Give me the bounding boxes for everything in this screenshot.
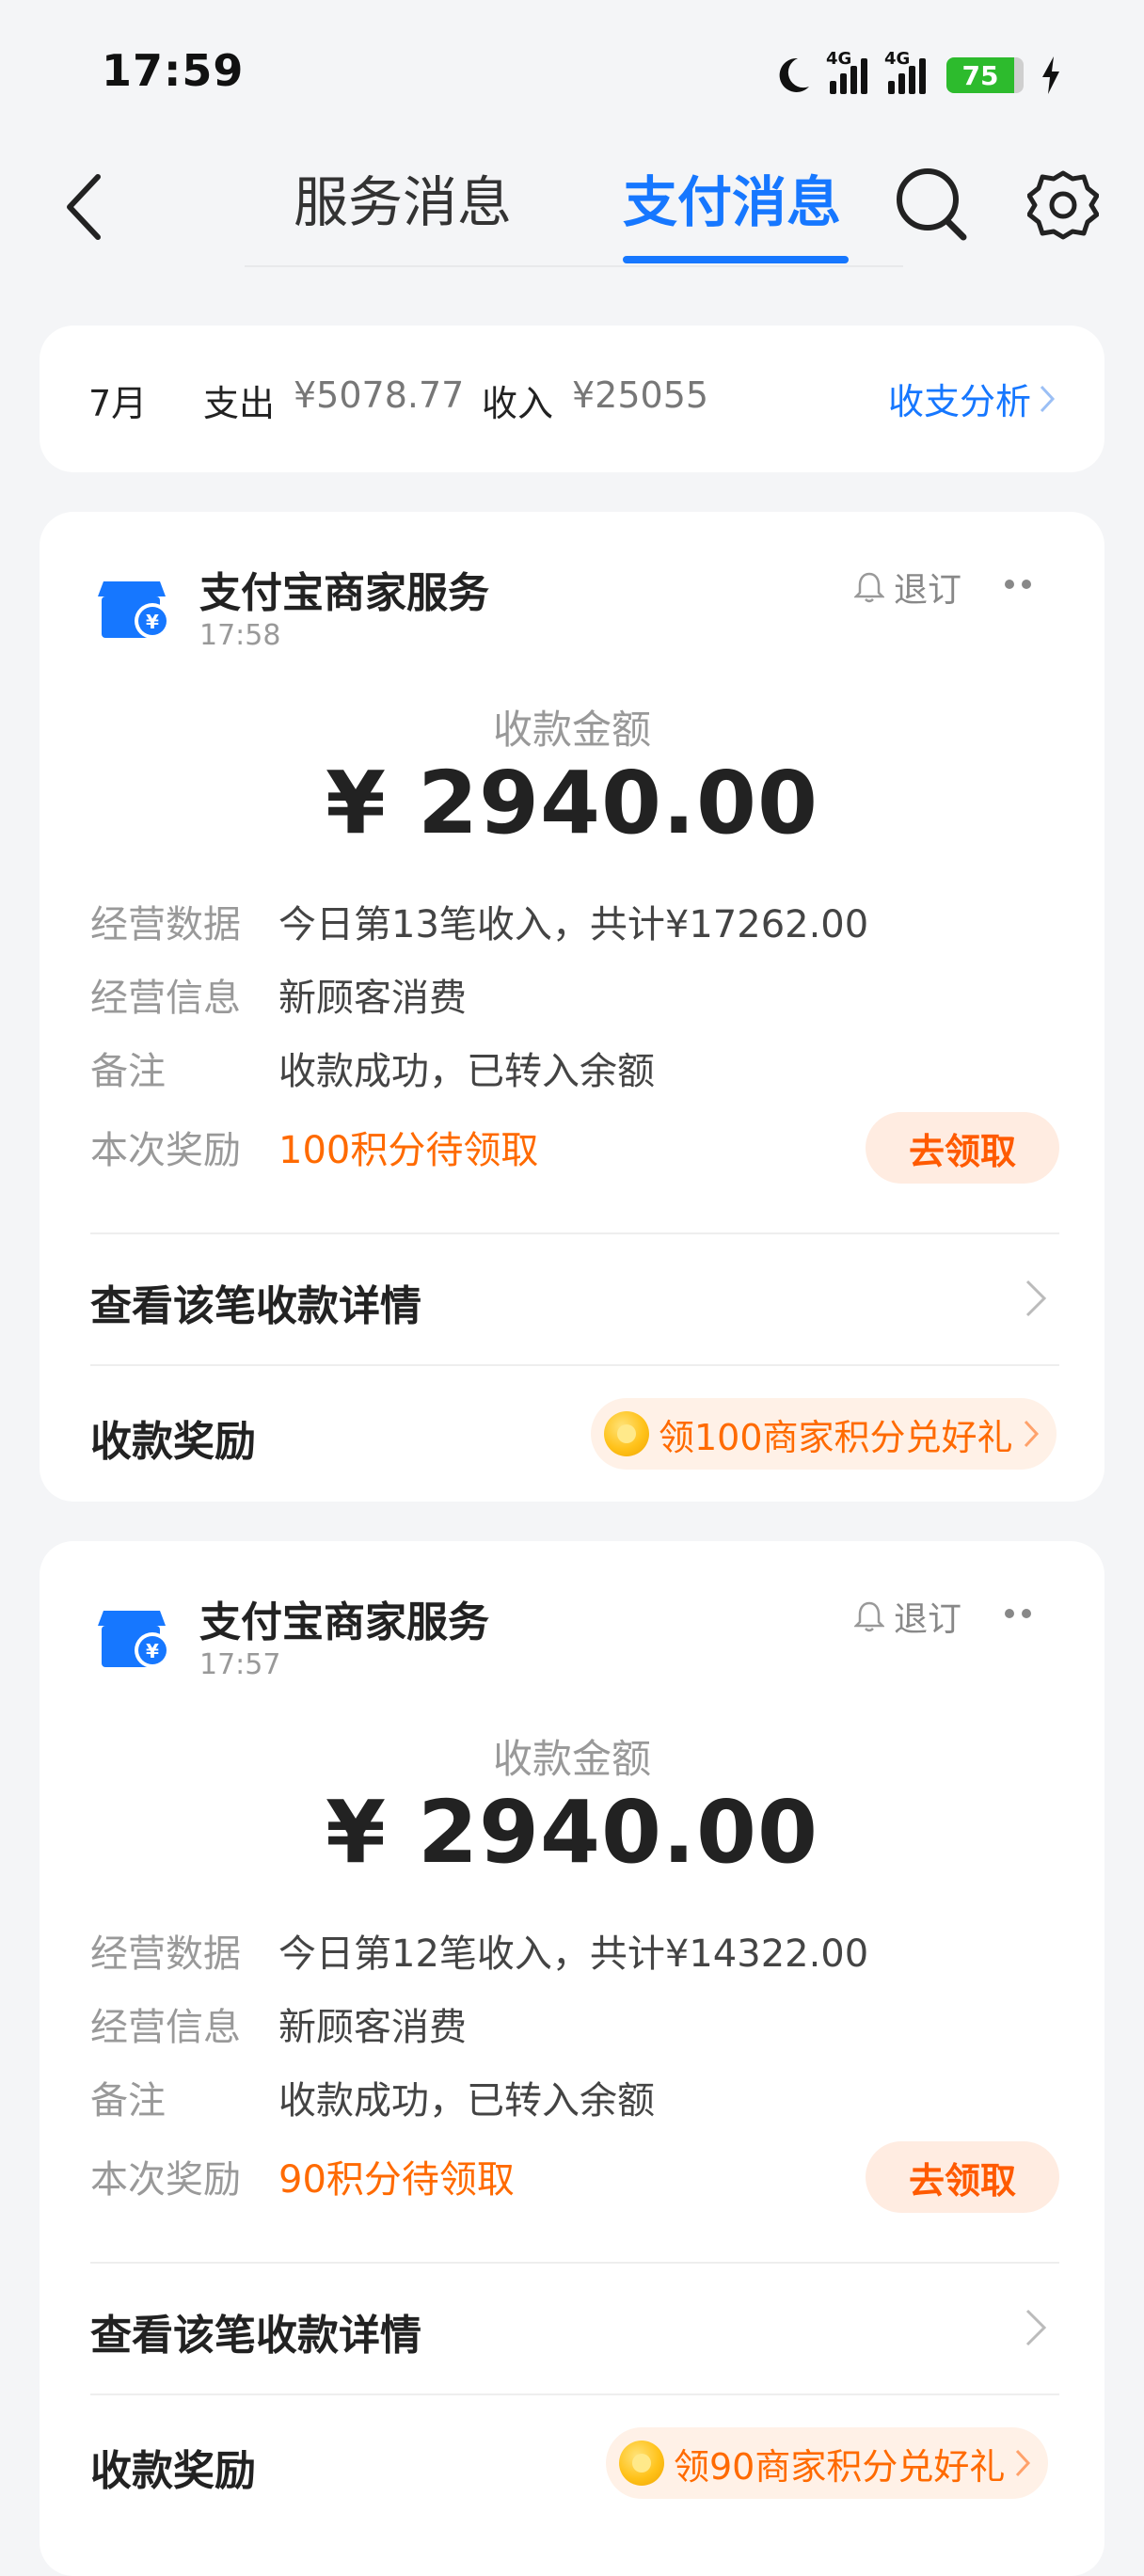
chevron-right-icon[interactable] [1018,2309,1056,2346]
coin-icon [604,1411,649,1456]
tab-payment-messages[interactable]: 支付消息 [623,158,841,237]
unsubscribe-label: 退订 [894,1600,962,1639]
chevron-right-icon[interactable] [1018,1280,1056,1317]
claim-button[interactable]: 去领取 [866,2141,1059,2213]
svg-text:¥: ¥ [146,1640,159,1662]
message-time: 17:57 [199,1648,281,1681]
search-icon[interactable] [894,164,969,243]
coin-icon [619,2441,664,2486]
network-type: 4G [826,49,852,69]
more-options-icon[interactable] [1005,1609,1031,1618]
chevron-right-icon [1016,2449,1031,2477]
divider [90,1232,1059,1234]
chevron-right-icon [1024,1420,1039,1448]
payment-reward-label: 收款奖励 [90,1418,256,1466]
network-type: 4G [884,49,911,69]
amount-label: 收款金额 [492,707,651,753]
unsubscribe-button[interactable]: 退订 [854,1592,961,1641]
business-data-value: 今日第13笔收入，共计¥17262.00 [278,903,869,946]
unsubscribe-label: 退订 [894,571,962,610]
analysis-link-label: 收支分析 [887,381,1031,422]
merchant-store-icon: ¥ [98,581,170,639]
bell-icon [854,1601,884,1632]
income-value: ¥25055 [572,374,709,416]
moon-icon [779,57,809,92]
payment-amount: ¥ 2940.00 [325,753,819,853]
divider [90,2262,1059,2264]
chevron-right-icon [1040,385,1056,412]
reward-value: 100积分待领取 [278,1129,539,1172]
payment-amount: ¥ 2940.00 [325,1782,819,1883]
status-icons: 4G 4G 75 [771,47,1061,103]
sender-name: 支付宝商家服务 [199,1598,489,1646]
view-payment-details-link[interactable]: 查看该笔收款详情 [90,2301,421,2361]
message-time: 17:58 [199,619,281,652]
payment-reward-label: 收款奖励 [90,2447,256,2495]
gear-icon[interactable] [1027,169,1099,241]
active-tab-indicator [623,256,849,263]
reward-key: 本次奖励 [90,2158,241,2202]
business-info-value: 新顾客消费 [278,977,467,1020]
business-info-key: 经营信息 [90,977,241,1020]
remark-value: 收款成功，已转入余额 [278,2079,655,2123]
business-data-key: 经营数据 [90,1932,241,1976]
status-time: 17:59 [102,45,245,96]
reward-points-pill[interactable]: 领90商家积分兑好礼 [606,2427,1049,2499]
reward-value: 90积分待领取 [278,2158,515,2202]
charging-icon [1042,56,1059,94]
unsubscribe-button[interactable]: 退订 [854,563,961,612]
summary-month: 7月 [88,383,148,424]
bell-icon [854,572,884,603]
sender-name: 支付宝商家服务 [199,569,489,617]
claim-button[interactable]: 去领取 [866,1112,1059,1184]
svg-text:¥: ¥ [146,611,159,633]
business-data-value: 今日第12笔收入，共计¥14322.00 [278,1932,869,1976]
tab-service-messages[interactable]: 服务消息 [294,158,512,237]
more-options-icon[interactable] [1005,580,1031,589]
income-expense-analysis-link[interactable]: 收支分析 [888,373,1056,424]
divider [90,2393,1059,2395]
payment-message-card: ¥ 支付宝商家服务 17:57 退订 收款金额 ¥ 2940.00 经营数据 今… [40,1541,1104,2576]
back-icon[interactable] [58,169,111,245]
battery-indicator: 75 [946,57,1024,93]
signal-icon: 4G [826,49,871,94]
header-divider [245,265,903,267]
divider [90,1364,1059,1366]
reward-points-pill[interactable]: 领100商家积分兑好礼 [591,1398,1057,1470]
expense-label: 支出 [203,383,276,424]
reward-key: 本次奖励 [90,1129,241,1172]
monthly-summary: 7月 支出 ¥5078.77 收入 ¥25055 收支分析 [40,326,1104,472]
remark-value: 收款成功，已转入余额 [278,1050,655,1093]
remark-key: 备注 [90,2079,166,2123]
business-info-key: 经营信息 [90,2006,241,2049]
amount-label: 收款金额 [492,1736,651,1782]
remark-key: 备注 [90,1050,166,1093]
business-data-key: 经营数据 [90,903,241,946]
reward-pill-label: 领100商家积分兑好礼 [659,1416,1013,1458]
merchant-store-icon: ¥ [98,1611,170,1668]
payment-message-card: ¥ 支付宝商家服务 17:58 退订 收款金额 ¥ 2940.00 经营数据 今… [40,512,1104,1502]
view-payment-details-link[interactable]: 查看该笔收款详情 [90,1272,421,1332]
business-info-value: 新顾客消费 [278,2006,467,2049]
reward-pill-label: 领90商家积分兑好礼 [674,2445,1006,2488]
signal-icon: 4G [884,49,930,94]
income-label: 收入 [482,383,554,424]
expense-value: ¥5078.77 [294,374,465,416]
